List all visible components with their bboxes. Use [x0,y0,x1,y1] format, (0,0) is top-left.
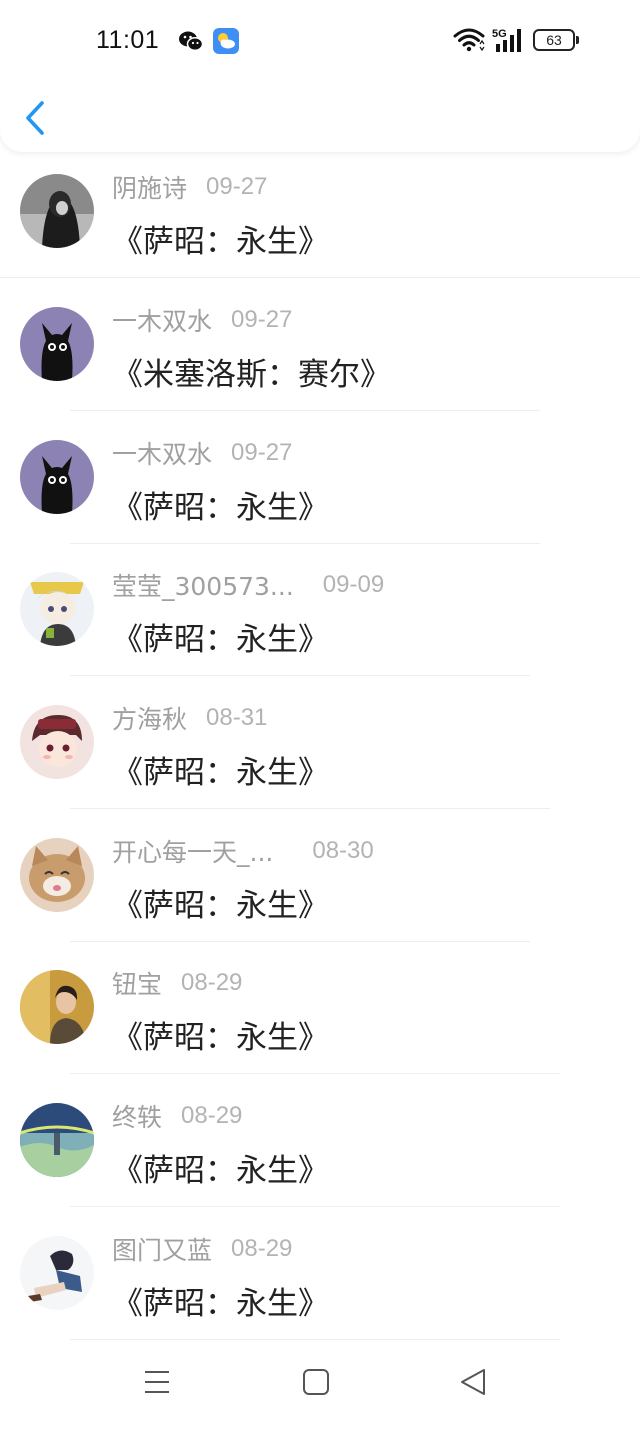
entry-meta: 方海秋 08-31 [112,701,267,735]
entry-meta: 莹莹_300573... 09-09 [112,568,384,602]
home-square-icon [303,1369,329,1395]
entry-date: 09-27 [206,173,268,200]
entry-date: 09-27 [231,439,293,466]
battery-icon: 63 [533,29,581,53]
battery-tip [576,36,579,44]
header: 11:01 5G 63 [0,0,640,152]
entry-title[interactable]: 《萨昭：永生》 [112,216,329,261]
list-item[interactable]: 终轶 08-29 《萨昭：永生》 [0,1074,640,1207]
list-item[interactable]: 一木双水 09-27 《萨昭：永生》 [0,411,640,544]
list-item[interactable]: 阴施诗 09-27 《萨昭：永生》 [0,152,640,285]
entry-title[interactable]: 《萨昭：永生》 [112,614,329,659]
user-name[interactable]: 钮宝 [112,965,162,1001]
status-time: 11:01 [96,26,160,54]
user-name[interactable]: 莹莹_300573... [112,567,294,603]
menu-icon [145,1371,169,1393]
home-button[interactable] [296,1362,336,1402]
weather-icon [213,28,239,54]
wifi-icon [453,28,485,52]
entry-title[interactable]: 《萨昭：永生》 [112,1278,329,1323]
avatar [20,440,94,514]
user-name[interactable]: 终轶 [112,1098,162,1134]
list-item[interactable]: 钮宝 08-29 《萨昭：永生》 [0,941,640,1074]
avatar [20,174,94,248]
battery-level: 63 [533,29,575,51]
entry-meta: 终轶 08-29 [112,1099,242,1133]
entry-meta: 阴施诗 09-27 [112,170,267,204]
avatar [20,705,94,779]
back-button[interactable] [20,98,54,138]
signal-icon: 5G [492,28,521,52]
menu-button[interactable] [137,1362,177,1402]
system-nav-bar [0,1340,640,1429]
entry-meta: 开心每一天_... 08-30 [112,834,374,868]
entry-date: 08-29 [181,1102,243,1129]
list-item[interactable]: 方海秋 08-31 《萨昭：永生》 [0,676,640,809]
user-name[interactable]: 图门又蓝 [112,1231,212,1267]
entry-meta: 图门又蓝 08-29 [112,1232,292,1266]
list-item[interactable]: 莹莹_300573... 09-09 《萨昭：永生》 [0,543,640,676]
entry-meta: 一木双水 09-27 [112,436,292,470]
entry-date: 08-29 [181,969,243,996]
entry-title[interactable]: 《萨昭：永生》 [112,747,329,792]
entry-title[interactable]: 《萨昭：永生》 [112,1012,329,1057]
avatar [20,838,94,912]
network-type-label: 5G [492,28,507,40]
avatar [20,1103,94,1177]
list-item[interactable]: 图门又蓝 08-29 《萨昭：永生》 [0,1207,640,1340]
list-item[interactable]: 开心每一天_... 08-30 《萨昭：永生》 [0,809,640,942]
user-name[interactable]: 开心每一天_... [112,833,273,869]
entry-date: 08-30 [312,837,374,864]
entry-meta: 一木双水 09-27 [112,303,292,337]
entry-date: 08-31 [206,704,268,731]
avatar [20,970,94,1044]
system-back-button[interactable] [454,1362,494,1402]
entry-meta: 钮宝 08-29 [112,966,242,1000]
entry-title[interactable]: 《萨昭：永生》 [112,1145,329,1190]
user-name[interactable]: 方海秋 [112,700,187,736]
avatar [20,1236,94,1310]
wechat-icon [179,31,204,52]
chevron-left-icon [26,101,44,135]
list-item[interactable]: 一木双水 09-27 《米塞洛斯：赛尔》 [0,278,640,411]
avatar [20,572,94,646]
entry-title[interactable]: 《萨昭：永生》 [112,482,329,527]
user-name[interactable]: 一木双水 [112,302,212,338]
entry-date: 08-29 [231,1235,293,1262]
user-name[interactable]: 一木双水 [112,435,212,471]
avatar [20,307,94,381]
back-triangle-icon [461,1369,485,1395]
entry-title[interactable]: 《米塞洛斯：赛尔》 [112,349,391,394]
user-name[interactable]: 阴施诗 [112,169,187,205]
entry-date: 09-09 [322,571,385,598]
entry-date: 09-27 [231,306,293,333]
entry-title[interactable]: 《萨昭：永生》 [112,880,329,925]
